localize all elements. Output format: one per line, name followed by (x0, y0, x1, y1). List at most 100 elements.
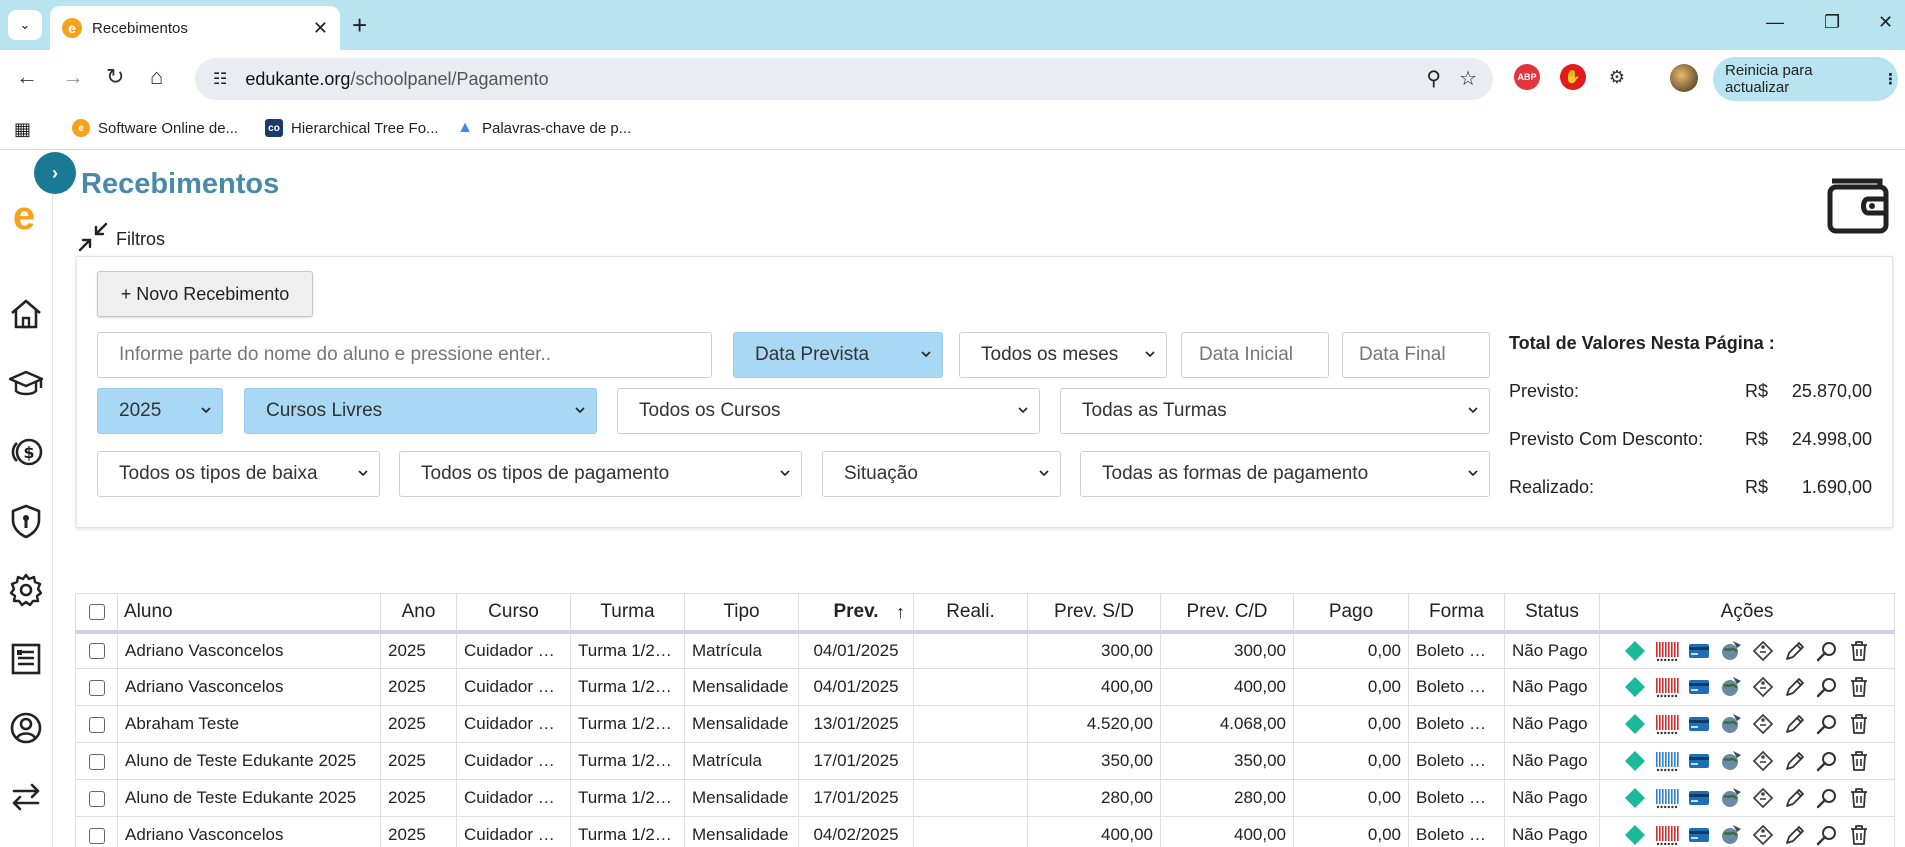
table-row[interactable]: Adriano Vasconcelos2025Cuidador de Idoso… (75, 816, 1895, 847)
site-settings-icon[interactable]: ☷ (213, 69, 227, 89)
forward-icon[interactable]: → (62, 64, 84, 90)
delete-trash-icon[interactable] (1847, 639, 1871, 663)
new-tab-button[interactable]: + (352, 10, 367, 40)
address-bar[interactable]: ☷ edukante.org/schoolpanel/Pagamento ⚲ ☆ (195, 58, 1493, 100)
globe-pay-icon[interactable] (1719, 712, 1743, 736)
credit-card-icon[interactable] (1687, 712, 1711, 736)
window-close-icon[interactable]: ✕ (1878, 12, 1893, 33)
filters-toggle[interactable]: Filtros (78, 222, 165, 257)
back-icon[interactable]: ← (16, 64, 38, 90)
profile-avatar[interactable] (1670, 64, 1698, 92)
delete-trash-icon[interactable] (1847, 712, 1871, 736)
restore-icon[interactable]: ❐ (1824, 12, 1840, 33)
bookmark-star-icon[interactable]: ☆ (1459, 66, 1477, 91)
col-reali[interactable]: Reali. (913, 593, 1028, 634)
delete-trash-icon[interactable] (1847, 749, 1871, 773)
col-status[interactable]: Status (1504, 593, 1600, 634)
extensions-puzzle-icon[interactable]: ⚙ (1604, 64, 1630, 90)
col-prev-cd[interactable]: Prev. C/D (1160, 593, 1294, 634)
delete-trash-icon[interactable] (1847, 675, 1871, 699)
col-ano[interactable]: Ano (380, 593, 457, 634)
payment-method-select[interactable]: Todas as formas de pagamento (1080, 451, 1490, 497)
boleto-barcode-icon[interactable] (1655, 639, 1679, 663)
class-select[interactable]: Todas as Turmas (1060, 388, 1490, 434)
globe-pay-icon[interactable] (1719, 675, 1743, 699)
edit-pencil-icon[interactable] (1783, 786, 1807, 810)
edit-pencil-icon[interactable] (1783, 712, 1807, 736)
writeoff-type-select[interactable]: Todos os tipos de baixa (97, 451, 380, 497)
update-button[interactable]: Reinicia para actualizar ⋮ (1713, 57, 1898, 101)
boleto-barcode-icon[interactable] (1655, 823, 1679, 847)
payment-type-select[interactable]: Todos os tipos de pagamento (399, 451, 802, 497)
month-select[interactable]: Todos os meses (959, 332, 1167, 378)
credit-card-icon[interactable] (1687, 823, 1711, 847)
tag-icon[interactable] (1751, 786, 1775, 810)
pix-diamond-icon[interactable] (1623, 749, 1647, 773)
row-checkbox[interactable] (88, 679, 105, 696)
student-search-input[interactable]: Informe parte do nome do aluno e pressio… (97, 332, 712, 378)
report-list-icon[interactable] (8, 641, 44, 677)
row-checkbox[interactable] (88, 716, 105, 733)
col-pago[interactable]: Pago (1293, 593, 1409, 634)
zoom-icon[interactable]: ⚲ (1426, 66, 1441, 91)
col-curso[interactable]: Curso (456, 593, 571, 634)
delete-trash-icon[interactable] (1847, 823, 1871, 847)
category-select[interactable]: Cursos Livres (244, 388, 597, 434)
globe-pay-icon[interactable] (1719, 639, 1743, 663)
col-turma[interactable]: Turma (570, 593, 685, 634)
hand-extension-icon[interactable]: ✋ (1560, 64, 1586, 90)
tab-search-button[interactable]: ⌄ (8, 10, 42, 40)
view-search-icon[interactable] (1815, 712, 1839, 736)
date-type-select[interactable]: Data Prevista (733, 332, 943, 378)
money-icon[interactable]: $ (8, 434, 44, 470)
reload-icon[interactable]: ↻ (106, 64, 124, 90)
start-date-input[interactable]: Data Inicial (1181, 332, 1329, 378)
table-row[interactable]: Adriano Vasconcelos2025Cuidador de Idoso… (75, 668, 1895, 706)
apps-grid-icon[interactable]: ▦ (14, 119, 31, 140)
col-prev-sd[interactable]: Prev. S/D (1027, 593, 1161, 634)
table-row[interactable]: Abraham Teste2025Cuidador de IdososTurma… (75, 705, 1895, 743)
gear-icon[interactable] (8, 572, 44, 608)
bookmark-1[interactable]: e Software Online de... (72, 119, 238, 137)
view-search-icon[interactable] (1815, 823, 1839, 847)
view-search-icon[interactable] (1815, 749, 1839, 773)
adblock-extension-icon[interactable]: ABP (1514, 64, 1540, 90)
sidebar-toggle-button[interactable]: › (34, 152, 76, 194)
credit-card-icon[interactable] (1687, 749, 1711, 773)
row-checkbox[interactable] (88, 643, 105, 660)
bookmark-3[interactable]: ▲ Palavras-chave de p... (456, 119, 631, 137)
table-row[interactable]: Aluno de Teste Edukante 2025 2025 Cuidador… (75, 779, 1895, 817)
boleto-barcode-icon[interactable] (1655, 675, 1679, 699)
col-aluno[interactable]: Aluno (117, 593, 381, 634)
boleto-barcode-icon[interactable] (1655, 749, 1679, 773)
view-search-icon[interactable] (1815, 639, 1839, 663)
situation-select[interactable]: Situação (822, 451, 1061, 497)
col-prev[interactable]: Prev. ↑ (798, 593, 914, 634)
row-checkbox[interactable] (88, 827, 105, 844)
boleto-barcode-icon[interactable] (1655, 712, 1679, 736)
tag-icon[interactable] (1751, 639, 1775, 663)
select-all-checkbox[interactable] (88, 603, 105, 620)
globe-pay-icon[interactable] (1719, 749, 1743, 773)
credit-card-icon[interactable] (1687, 675, 1711, 699)
pix-diamond-icon[interactable] (1623, 786, 1647, 810)
globe-pay-icon[interactable] (1719, 786, 1743, 810)
tag-icon[interactable] (1751, 675, 1775, 699)
tag-icon[interactable] (1751, 823, 1775, 847)
edukante-logo[interactable]: e (6, 196, 42, 236)
bookmark-2[interactable]: co Hierarchical Tree Fo... (265, 119, 439, 137)
view-search-icon[interactable] (1815, 786, 1839, 810)
course-select[interactable]: Todos os Cursos (617, 388, 1040, 434)
switch-arrows-icon[interactable] (8, 779, 44, 815)
pix-diamond-icon[interactable] (1623, 823, 1647, 847)
edit-pencil-icon[interactable] (1783, 823, 1807, 847)
user-circle-icon[interactable] (8, 710, 44, 746)
tag-icon[interactable] (1751, 712, 1775, 736)
boleto-barcode-icon[interactable] (1655, 786, 1679, 810)
shield-icon[interactable] (8, 503, 44, 539)
pix-diamond-icon[interactable] (1623, 675, 1647, 699)
credit-card-icon[interactable] (1687, 639, 1711, 663)
graduation-cap-icon[interactable] (8, 365, 44, 401)
year-select[interactable]: 2025 (97, 388, 223, 434)
delete-trash-icon[interactable] (1847, 786, 1871, 810)
